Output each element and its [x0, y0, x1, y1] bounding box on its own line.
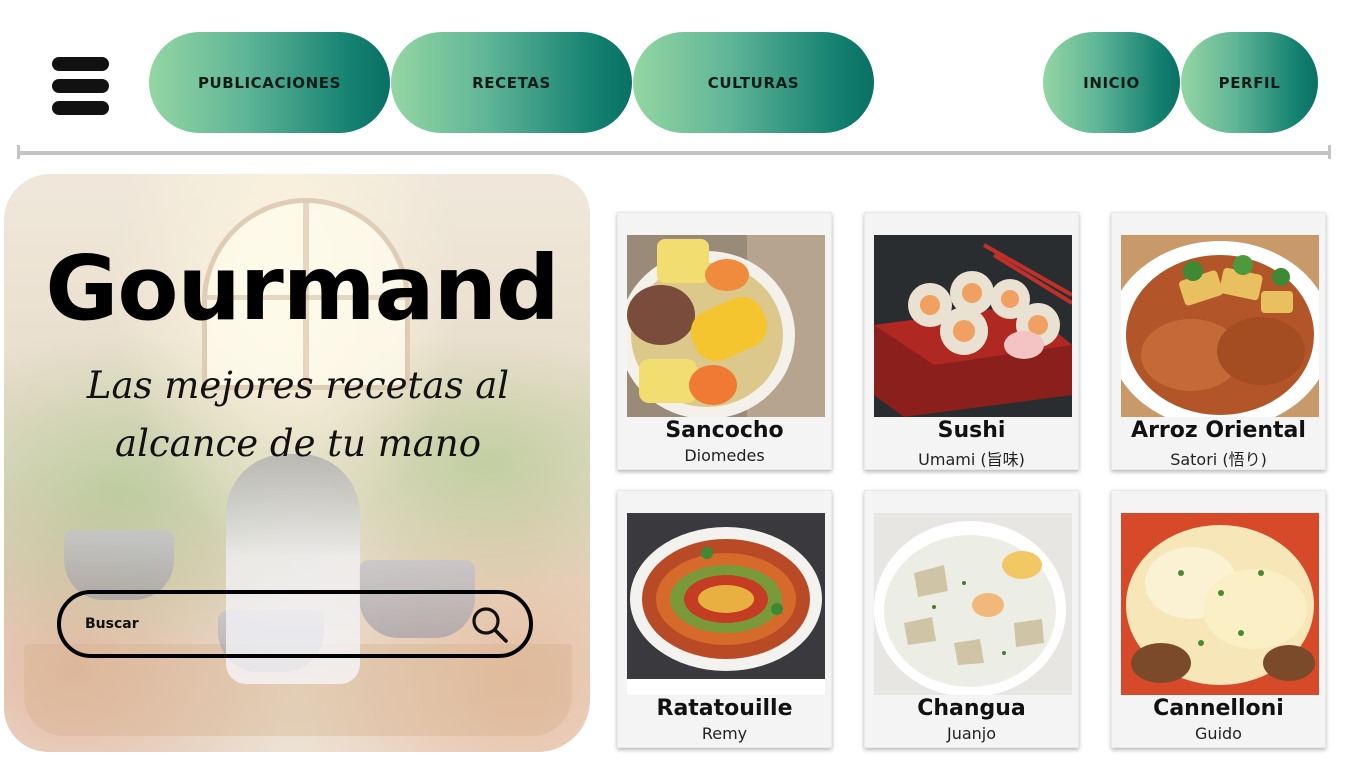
recipe-card-changua[interactable]: Changua Juanjo [864, 490, 1079, 748]
recipe-card-arroz-oriental[interactable]: Arroz Oriental Satori (悟り) [1111, 212, 1326, 470]
nav-recetas-button[interactable]: RECETAS [391, 32, 632, 133]
recipe-chef: Remy [701, 724, 748, 743]
arroz-oriental-photo [1121, 235, 1319, 417]
menu-bar [52, 57, 109, 71]
nav-inicio-button[interactable]: INICIO [1043, 32, 1180, 133]
nav-culturas-button[interactable]: CULTURAS [633, 32, 874, 133]
recipe-name: Sushi [937, 418, 1006, 443]
sushi-photo [874, 235, 1072, 417]
recipe-name: Ratatouille [656, 696, 793, 721]
hero-subtitle: Las mejores recetas al alcance de tu man… [38, 357, 558, 473]
recipe-card-sushi[interactable]: Sushi Umami (旨味) [864, 212, 1079, 470]
recipe-name: Arroz Oriental [1131, 418, 1306, 443]
recipe-chef: Diomedes [684, 446, 765, 465]
recipe-chef: Satori (悟り) [1170, 450, 1267, 469]
header-divider [17, 145, 1331, 159]
hero-subtitle-line: alcance de tu mano [115, 422, 481, 465]
hero-subtitle-line: Las mejores recetas al [86, 364, 510, 407]
hero-section: Gourmand Las mejores recetas al alcance … [4, 174, 590, 752]
search-bar[interactable] [57, 590, 533, 658]
ratatouille-photo [627, 513, 825, 695]
search-input[interactable] [85, 616, 469, 632]
recipe-chef: Guido [1195, 724, 1242, 743]
nav-publicaciones-button[interactable]: PUBLICACIONES [149, 32, 390, 133]
menu-bar [52, 101, 109, 115]
sancocho-photo [627, 235, 825, 417]
search-icon[interactable] [469, 604, 509, 644]
recipe-name: Cannelloni [1153, 696, 1284, 721]
recipe-card-sancocho[interactable]: Sancocho Diomedes [617, 212, 832, 470]
page-title: Gourmand [45, 236, 559, 340]
nav-perfil-button[interactable]: PERFIL [1181, 32, 1318, 133]
cannelloni-photo [1121, 513, 1319, 695]
hamburger-menu-icon[interactable] [52, 57, 109, 115]
menu-bar [52, 79, 109, 93]
changua-photo [874, 513, 1072, 695]
recipe-chef: Umami (旨味) [918, 450, 1025, 469]
recipe-name: Changua [917, 696, 1026, 721]
recipe-chef: Juanjo [946, 724, 997, 743]
recipe-name: Sancocho [665, 418, 784, 443]
recipe-card-ratatouille[interactable]: Ratatouille Remy [617, 490, 832, 748]
recipe-card-cannelloni[interactable]: Cannelloni Guido [1111, 490, 1326, 748]
